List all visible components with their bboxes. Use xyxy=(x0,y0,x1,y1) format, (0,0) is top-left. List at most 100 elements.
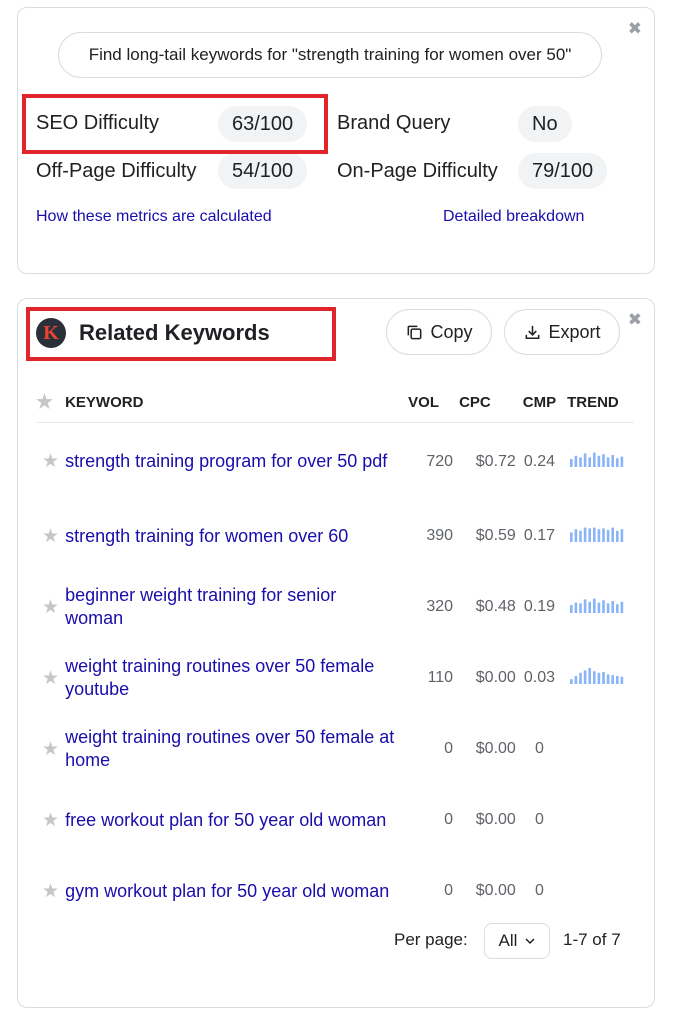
star-icon[interactable]: ★ xyxy=(36,572,65,643)
trend-sparkline xyxy=(569,598,623,613)
keyword-cell: strength training for women over 60 xyxy=(65,501,408,572)
competition-cell: 0.03 xyxy=(523,669,556,686)
trend-bar xyxy=(583,669,586,684)
offpage-difficulty-label: Off-Page Difficulty xyxy=(36,160,197,182)
column-header-trend: TREND xyxy=(561,382,634,423)
trend-sparkline xyxy=(569,527,623,542)
trend-bar xyxy=(583,527,586,542)
export-button-label: Export xyxy=(548,321,601,342)
metrics-info-link[interactable]: How these metrics are calculated xyxy=(36,208,272,226)
star-icon[interactable]: ★ xyxy=(36,714,65,785)
trend-cell xyxy=(561,423,634,501)
keyword-cell: free workout plan for 50 year old woman xyxy=(65,785,408,856)
star-icon[interactable]: ★ xyxy=(36,501,65,572)
trend-cell xyxy=(561,785,634,856)
trend-bar xyxy=(610,674,614,684)
trend-bar xyxy=(615,530,619,542)
per-page-value: All xyxy=(498,931,518,950)
column-header-cmp[interactable]: CMP xyxy=(517,382,562,423)
cpc-cell: $0.00 xyxy=(475,811,516,828)
trend-bar xyxy=(615,603,619,613)
trend-bar xyxy=(597,602,600,613)
star-icon[interactable]: ★ xyxy=(36,423,65,501)
trend-bar xyxy=(583,598,586,613)
trend-bar xyxy=(587,601,591,613)
star-icon[interactable]: ★ xyxy=(36,643,65,714)
trend-bar xyxy=(601,454,605,468)
star-icon[interactable]: ★ xyxy=(36,785,65,856)
volume-cell: 390 xyxy=(426,527,454,544)
trend-bar xyxy=(606,457,609,468)
keyword-cell: weight training routines over 50 female … xyxy=(65,714,408,785)
table-row: ★ weight training routines over 50 female… xyxy=(36,643,634,714)
trend-bar xyxy=(578,672,582,684)
trend-bar xyxy=(592,598,596,613)
close-icon[interactable]: ✖ xyxy=(628,311,642,328)
trend-bar xyxy=(620,528,623,542)
trend-cell xyxy=(561,572,634,643)
trend-bar xyxy=(569,604,573,613)
detailed-breakdown-link[interactable]: Detailed breakdown xyxy=(443,208,584,226)
keyword-cell: weight training routines over 50 female … xyxy=(65,643,408,714)
per-page-select[interactable]: All xyxy=(484,923,550,959)
trend-bar xyxy=(587,667,591,684)
trend-bar xyxy=(592,670,596,684)
pagination-range: 1-7 of 7 xyxy=(563,930,621,949)
related-keywords-title: Related Keywords xyxy=(79,320,270,345)
keyword-link[interactable]: free workout plan for 50 year old woman xyxy=(65,809,398,832)
trend-bar xyxy=(592,452,596,468)
keyword-link[interactable]: gym workout plan for 50 year old woman xyxy=(65,880,398,903)
column-header-cpc[interactable]: CPC xyxy=(459,382,518,423)
competition-cell: 0 xyxy=(535,811,544,828)
trend-bar xyxy=(592,527,596,542)
trend-bar xyxy=(610,600,614,613)
competition-cell: 0 xyxy=(535,740,544,757)
trend-cell xyxy=(561,643,634,714)
trend-bar xyxy=(610,455,614,468)
keyword-link[interactable]: strength training program for over 50 pd… xyxy=(65,450,398,473)
cpc-cell: $0.48 xyxy=(475,598,516,615)
volume-cell: 0 xyxy=(444,882,454,899)
trend-bar xyxy=(601,599,605,613)
copy-button[interactable]: Copy xyxy=(386,309,492,355)
trend-cell xyxy=(561,856,634,927)
keywords-everywhere-logo: K xyxy=(36,318,66,348)
trend-bar xyxy=(610,527,614,542)
column-header-keyword[interactable]: KEYWORD xyxy=(65,382,409,423)
volume-cell: 110 xyxy=(427,669,454,686)
table-row: ★ free workout plan for 50 year old woman… xyxy=(36,785,634,856)
keyword-link[interactable]: weight training routines over 50 female … xyxy=(65,726,398,772)
trend-bar xyxy=(597,456,600,468)
cpc-cell: $0.00 xyxy=(475,740,516,757)
trend-bar xyxy=(583,453,586,468)
header-star-icon[interactable]: ★ xyxy=(36,382,66,423)
keyword-link[interactable]: weight training routines over 50 female … xyxy=(65,655,398,701)
competition-cell: 0 xyxy=(535,882,544,899)
table-row: ★ weight training routines over 50 female… xyxy=(36,714,634,785)
star-icon[interactable]: ★ xyxy=(36,856,65,927)
per-page-label: Per page: xyxy=(394,930,468,949)
onpage-difficulty-label: On-Page Difficulty xyxy=(337,160,498,182)
find-longtail-button[interactable]: Find long-tail keywords for "strength tr… xyxy=(58,32,602,78)
trend-bar xyxy=(587,527,591,542)
cpc-cell: $0.00 xyxy=(475,669,516,686)
column-header-vol[interactable]: VOL xyxy=(408,382,460,423)
trend-bar xyxy=(574,528,577,542)
keyword-link[interactable]: strength training for women over 60 xyxy=(65,525,398,548)
close-icon[interactable]: ✖ xyxy=(628,20,642,37)
download-icon xyxy=(526,325,540,339)
trend-sparkline xyxy=(569,452,623,468)
competition-cell: 0.24 xyxy=(523,452,556,470)
keyword-cell: beginner weight training for senior woma… xyxy=(65,572,408,643)
brand-query-value: No xyxy=(518,106,572,142)
trend-bar xyxy=(601,527,605,542)
export-button[interactable]: Export xyxy=(504,309,620,355)
keyword-link[interactable]: beginner weight training for senior woma… xyxy=(65,584,398,630)
trend-bar xyxy=(574,675,577,684)
table-row: ★ strength training program for over 50 p… xyxy=(36,423,634,501)
trend-bar xyxy=(574,456,577,468)
copy-icon xyxy=(408,325,422,339)
table-row: ★ gym workout plan for 50 year old woman 0… xyxy=(36,856,634,927)
keyword-cell: gym workout plan for 50 year old woman xyxy=(65,856,408,927)
trend-bar xyxy=(620,601,623,613)
